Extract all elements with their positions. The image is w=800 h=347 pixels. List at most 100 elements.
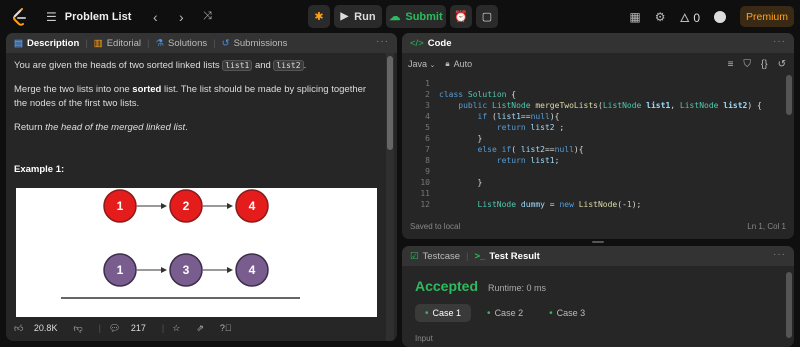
comments-count: 217 (130, 322, 146, 333)
comment-icon: 💬︎ (108, 322, 121, 333)
tab-testcase-label: Testcase (422, 250, 461, 262)
testcase-tabs: ☑ Testcase | >_ Test Result ··· (402, 246, 794, 266)
prev-problem-icon[interactable]: ‹ (145, 7, 165, 27)
example-diagram: 1 2 4 1 3 4 (16, 188, 377, 317)
next-problem-icon[interactable]: › (171, 7, 191, 27)
runtime-text: Runtime: 0 ms (488, 283, 547, 293)
layout-icon[interactable]: ▦ (629, 10, 640, 24)
code-panel: </> Code ··· Java ⌄ 🔒︎ Auto ≡ ⛉ {} ↺ 1 2… (402, 33, 794, 239)
run-button[interactable]: ▶ Run (334, 5, 382, 28)
testcase-more-icon[interactable]: ··· (773, 249, 786, 260)
p1-and: and (252, 60, 274, 71)
case-1-label: Case 1 (432, 308, 462, 318)
description-scrollbar[interactable] (386, 53, 394, 341)
language-select[interactable]: Java ⌄ (408, 59, 435, 69)
code-toolbar: Java ⌄ 🔒︎ Auto ≡ ⛉ {} ↺ (402, 53, 794, 75)
paragraph-1: You are given the heads of two sorted li… (14, 59, 379, 73)
description-tabs: ▤ Description | ▥ Editorial | ⚗ Solution… (6, 33, 397, 53)
svg-text:2: 2 (183, 199, 190, 213)
case-2-tab[interactable]: • Case 2 (477, 304, 533, 322)
like-button[interactable]: 👍︎ 20.8K (14, 323, 65, 334)
bug-icon: ✱ (314, 11, 324, 23)
checkbox-icon: ☑ (410, 250, 419, 262)
reset-icon[interactable]: ↺ (778, 59, 786, 70)
code-more-icon[interactable]: ··· (773, 36, 786, 47)
braces-icon[interactable]: {} (761, 59, 768, 70)
code-icon: </> (410, 37, 424, 49)
pass-dot-icon: • (425, 307, 429, 319)
document-icon: ▤ (14, 37, 23, 49)
tab-solutions[interactable]: ⚗ Solutions (156, 38, 208, 49)
tab-solutions-label: Solutions (168, 37, 208, 49)
paragraph-3: Return the head of the merged linked lis… (14, 121, 379, 135)
timer-button[interactable]: ⏰ (450, 5, 472, 28)
p3-end: . (185, 122, 188, 133)
premium-button[interactable]: Premium (740, 6, 794, 27)
history-icon: ↺ (221, 37, 230, 49)
case-1-tab[interactable]: • Case 1 (415, 304, 472, 322)
shuffle-icon[interactable]: ⤨ (197, 7, 217, 27)
tab-test-result[interactable]: >_ Test Result (475, 251, 540, 262)
example-title: Example 1: (14, 164, 65, 175)
fire-icon: 🜂 (679, 11, 690, 25)
input-label: Input (415, 334, 433, 343)
run-label: Run (354, 10, 376, 23)
tab-editorial-label: Editorial (106, 37, 142, 49)
problem-statement: You are given the heads of two sorted li… (6, 53, 397, 177)
share-button[interactable]: ⇗ (196, 323, 212, 334)
format-icon[interactable]: ≡ (728, 59, 734, 70)
help-button[interactable]: ?⃝ (220, 323, 240, 333)
testcase-scrollbar[interactable] (786, 272, 792, 338)
comments-button[interactable]: 💬︎ 217 (109, 323, 154, 334)
save-status: Saved to local (410, 221, 461, 231)
notes-button[interactable]: ▢ (476, 5, 498, 28)
tab-editorial[interactable]: ▥ Editorial (94, 38, 141, 49)
mode-label[interactable]: Auto (454, 59, 473, 69)
avatar[interactable] (714, 10, 726, 23)
p1-end: . (303, 60, 307, 71)
paragraph-2: Merge the two lists into one sorted list… (14, 83, 379, 111)
problem-list-link[interactable]: Problem List (65, 11, 132, 23)
list-a-node-2: 2 (169, 189, 203, 223)
tab-description[interactable]: ▤ Description (14, 38, 79, 49)
leetcode-logo[interactable] (10, 7, 30, 27)
debug-button[interactable]: ✱ (308, 5, 330, 28)
dislike-button[interactable]: 👎︎ (73, 323, 90, 334)
submit-label: Submit (405, 10, 443, 23)
testcase-panel: ☑ Testcase | >_ Test Result ··· Accepted… (402, 246, 794, 347)
alarm-icon: ⏰ (454, 11, 468, 23)
list-b-node-2: 3 (169, 253, 203, 287)
more-options-icon[interactable]: ··· (376, 36, 389, 47)
tab-submissions[interactable]: ↺ Submissions (222, 38, 288, 49)
p3-italic: the head of the merged linked list (45, 122, 186, 133)
submit-button[interactable]: ☁ Submit (386, 5, 446, 28)
svg-text:4: 4 (249, 199, 256, 213)
p2-bold: sorted (132, 84, 162, 95)
list-a-node-1: 1 (103, 189, 137, 223)
tab-testcase[interactable]: ☑ Testcase (410, 251, 460, 262)
result-status: Accepted (415, 278, 479, 294)
tab-test-result-label: Test Result (489, 250, 540, 262)
favorite-button[interactable]: ☆ (172, 323, 188, 334)
play-icon: ▶ (340, 11, 349, 22)
cursor-position: Ln 1, Col 1 (747, 221, 786, 231)
bookmark-icon[interactable]: ⛉ (743, 59, 751, 70)
resize-handle[interactable] (592, 241, 604, 243)
svg-text:1: 1 (117, 263, 124, 277)
code-scrollbar[interactable] (786, 75, 792, 115)
list-b-node-3: 4 (235, 253, 269, 287)
streak-indicator[interactable]: 🜂 0 (679, 4, 700, 29)
description-footer: 👍︎ 20.8K 👎︎ | 💬︎ 217 | ☆ ⇗ ?⃝ (6, 317, 396, 339)
p1-text: You are given the heads of two sorted li… (14, 60, 223, 71)
share-icon: ⇗ (196, 322, 204, 333)
book-icon: ▥ (93, 37, 103, 49)
gear-icon[interactable]: ⚙ (655, 10, 666, 24)
problem-list-icon[interactable]: ☰ (46, 10, 57, 24)
tab-description-label: Description (26, 37, 80, 49)
thumbs-down-icon: 👎︎ (73, 322, 83, 333)
code-editor[interactable]: 1 2 class Solution { 3 public ListNode me… (402, 75, 794, 210)
scroll-thumb[interactable] (387, 56, 393, 150)
editor-status: Saved to local Ln 1, Col 1 (402, 216, 794, 236)
note-icon: ▢ (481, 11, 493, 23)
case-3-tab[interactable]: • Case 3 (539, 304, 595, 322)
